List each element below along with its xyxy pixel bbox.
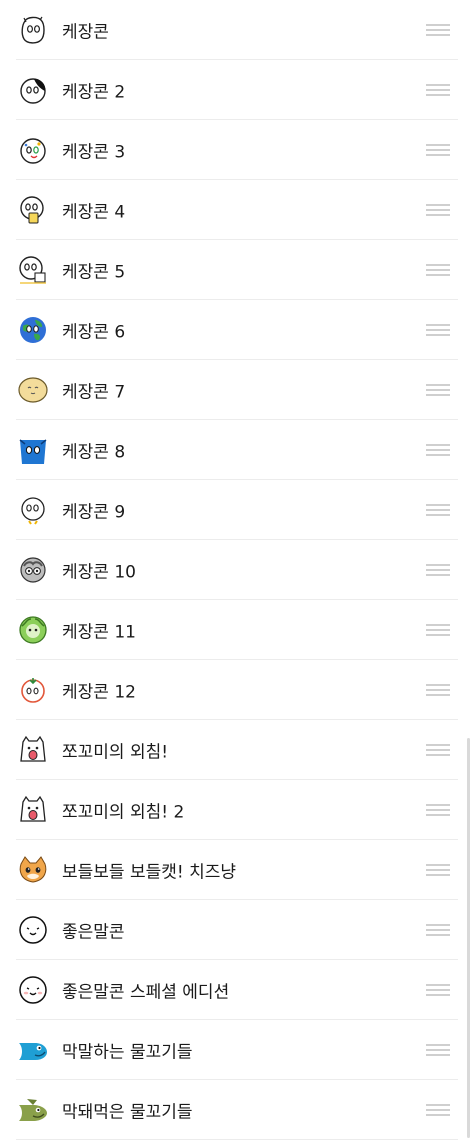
earth-face-icon	[16, 313, 50, 347]
list-item[interactable]: 보들보들 보들캣! 치즈냥	[0, 840, 474, 900]
cabbage-face-icon	[16, 613, 50, 647]
drag-handle-icon[interactable]	[426, 264, 450, 276]
list-item[interactable]: 막말하는 물꼬기들	[0, 1020, 474, 1080]
list-item-label: 케장콘	[62, 22, 109, 43]
drag-handle-icon[interactable]	[426, 684, 450, 696]
drag-handle-icon[interactable]	[426, 24, 450, 36]
list-item[interactable]: 케장콘	[0, 0, 474, 60]
face-doodle-icon	[16, 13, 50, 47]
list-item[interactable]: 케장콘 2	[0, 60, 474, 120]
list-item[interactable]: 케장콘 4	[0, 180, 474, 240]
list-item[interactable]: 케장콘 7	[0, 360, 474, 420]
list-item-label: 좋은말콘 스페셜 에디션	[62, 982, 230, 1003]
list-item[interactable]: 좋은말콘 스페셜 에디션	[0, 960, 474, 1020]
face-yellow-cup-icon	[16, 193, 50, 227]
list-item-label: 케장콘 8	[62, 442, 126, 463]
drag-handle-icon[interactable]	[426, 1044, 450, 1056]
smile-face-special-icon	[16, 973, 50, 1007]
list-item[interactable]: 케장콘 11	[0, 600, 474, 660]
shouting-creature-icon	[16, 733, 50, 767]
list-item[interactable]: 막돼먹은 물꼬기들	[0, 1080, 474, 1140]
chick-face-icon	[16, 493, 50, 527]
blue-fish-icon	[16, 1033, 50, 1067]
list-item[interactable]: 케장콘 6	[0, 300, 474, 360]
list-item-label: 케장콘 9	[62, 502, 126, 523]
list-item[interactable]: 케장콘 5	[0, 240, 474, 300]
drag-handle-icon[interactable]	[426, 204, 450, 216]
yellow-blob-face-icon	[16, 373, 50, 407]
list-item-label: 좋은말콘	[62, 922, 125, 943]
list-item[interactable]: 케장콘 3	[0, 120, 474, 180]
list-item[interactable]: 좋은말콘	[0, 900, 474, 960]
drag-handle-icon[interactable]	[426, 564, 450, 576]
list-item[interactable]: 케장콘 10	[0, 540, 474, 600]
green-fish-icon	[16, 1093, 50, 1127]
drag-handle-icon[interactable]	[426, 624, 450, 636]
list-item[interactable]: 케장콘 9	[0, 480, 474, 540]
list-item[interactable]: 쪼꼬미의 외침!	[0, 720, 474, 780]
list-item-label: 케장콘 12	[62, 682, 136, 703]
drag-handle-icon[interactable]	[426, 504, 450, 516]
face-holding-box-icon	[16, 253, 50, 287]
shouting-creature-2-icon	[16, 793, 50, 827]
sticker-pack-list: 케장콘 케장콘 2 케장콘 3 케장콘 4 케장콘 5 케장콘 6 케장콘 7 …	[0, 0, 474, 1140]
list-item-label: 막말하는 물꼬기들	[62, 1042, 193, 1063]
smile-face-icon	[16, 913, 50, 947]
list-item-label: 막돼먹은 물꼬기들	[62, 1102, 193, 1123]
drag-handle-icon[interactable]	[426, 984, 450, 996]
list-item-label: 케장콘 10	[62, 562, 136, 583]
list-item-label: 케장콘 2	[62, 82, 126, 103]
drag-handle-icon[interactable]	[426, 924, 450, 936]
list-item[interactable]: 케장콘 12	[0, 660, 474, 720]
list-item-label: 쪼꼬미의 외침!	[62, 742, 169, 763]
list-item[interactable]: 케장콘 8	[0, 420, 474, 480]
cheese-cat-icon	[16, 853, 50, 887]
list-item-label: 케장콘 3	[62, 142, 126, 163]
list-item-label: 케장콘 4	[62, 202, 126, 223]
list-item-label: 쪼꼬미의 외침! 2	[62, 802, 185, 823]
drag-handle-icon[interactable]	[426, 444, 450, 456]
drag-handle-icon[interactable]	[426, 864, 450, 876]
list-item-label: 케장콘 5	[62, 262, 126, 283]
list-item-label: 케장콘 11	[62, 622, 136, 643]
drag-handle-icon[interactable]	[426, 384, 450, 396]
face-black-patch-icon	[16, 73, 50, 107]
list-item[interactable]: 쪼꼬미의 외침! 2	[0, 780, 474, 840]
list-item-label: 보들보들 보들캣! 치즈냥	[62, 862, 237, 883]
blue-cup-face-icon	[16, 433, 50, 467]
tomato-face-icon	[16, 673, 50, 707]
drag-handle-icon[interactable]	[426, 84, 450, 96]
gray-swirl-face-icon	[16, 553, 50, 587]
drag-handle-icon[interactable]	[426, 1104, 450, 1116]
list-item-label: 케장콘 7	[62, 382, 126, 403]
face-colorful-icon	[16, 133, 50, 167]
drag-handle-icon[interactable]	[426, 144, 450, 156]
drag-handle-icon[interactable]	[426, 324, 450, 336]
drag-handle-icon[interactable]	[426, 744, 450, 756]
list-item-label: 케장콘 6	[62, 322, 126, 343]
scrollbar[interactable]	[467, 738, 470, 1138]
drag-handle-icon[interactable]	[426, 804, 450, 816]
